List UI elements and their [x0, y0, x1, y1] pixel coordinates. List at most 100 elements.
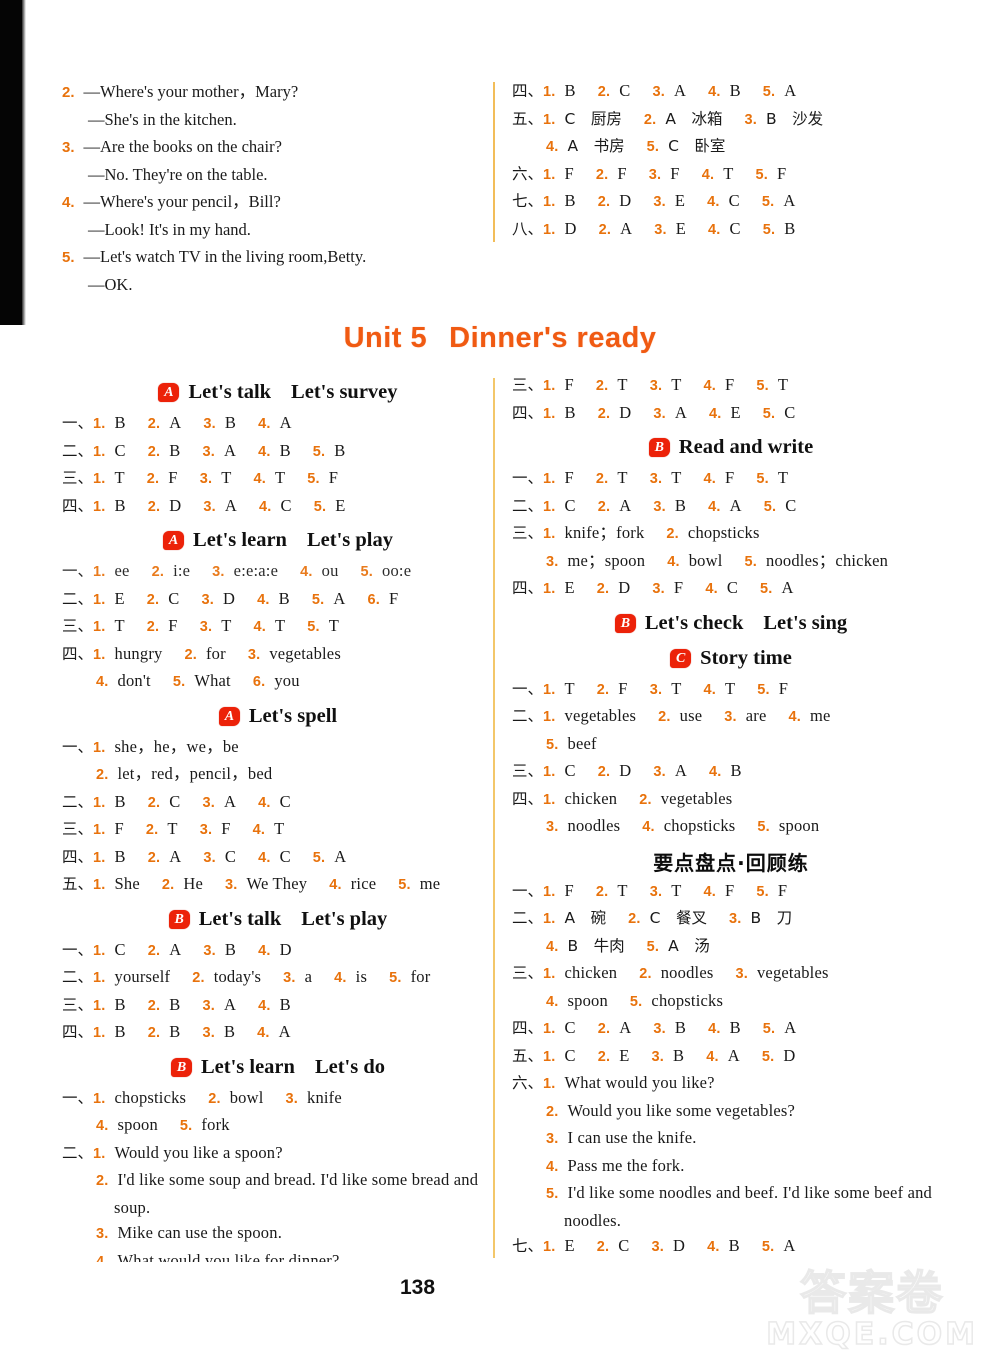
answer-index: 2. — [596, 1239, 610, 1255]
answer-group-label: 二、 — [62, 441, 94, 460]
answer-value: F — [168, 616, 178, 635]
section-title-primary: Let's check — [644, 611, 744, 634]
answer-index: 1. — [543, 1048, 556, 1065]
answer-group-label: 三、 — [62, 820, 94, 838]
answer-index: 2. — [147, 997, 161, 1014]
answer-value: C — [279, 846, 291, 866]
answer-index: 4. — [708, 221, 721, 238]
answer-group-label: 三、 — [512, 762, 544, 780]
answer-value: C — [726, 578, 739, 597]
answer-value: chopsticks — [651, 990, 724, 1010]
answer-sentence: 5. I'd like some noodles and beef. I'd li… — [512, 1180, 950, 1233]
answer-index: 3. — [203, 942, 216, 959]
answer-index: 2. — [145, 822, 159, 838]
dialogue-line: 3. —Are the books on the chair? — [62, 133, 492, 161]
answer-line: 四、1. B 2. A 3. C 4. C 5. A — [62, 844, 494, 872]
answer-group-label: 一、 — [62, 414, 94, 432]
answer-index: 2. — [161, 877, 175, 893]
dialogue-line: —No. They're on the table. — [62, 161, 492, 188]
answer-value: A — [223, 994, 237, 1014]
answer-group-label: 二、 — [512, 496, 544, 515]
answer-value: F — [617, 163, 627, 183]
answer-index: 1. — [93, 822, 106, 838]
answer-index: 5. — [757, 819, 770, 835]
answer-index: 2. — [666, 526, 679, 542]
answer-value: F — [221, 819, 231, 838]
answer-index: 3. — [653, 1021, 666, 1037]
answer-index: 4. — [708, 405, 722, 422]
answer-value: C — [114, 440, 126, 460]
answer-line: 一、1. B 2. A 3. B 4. A — [62, 410, 494, 438]
answer-index: 2. — [192, 970, 205, 986]
answer-index: 5. — [172, 674, 186, 690]
section-title-secondary: Let's sing — [763, 611, 848, 634]
answer-index: 1. — [543, 498, 556, 515]
answer-index: 4. — [300, 564, 313, 580]
answer-line: 四、1. E 2. D 3. F 4. C 5. A — [512, 575, 950, 603]
answer-value: F — [388, 588, 399, 608]
answer-value: E — [674, 191, 686, 210]
answer-value: T — [777, 468, 789, 487]
answer-value: C — [729, 218, 741, 238]
answer-index: 1. — [93, 849, 106, 866]
answer-value: she，he，we，be — [114, 736, 239, 756]
answer-line: 5. beef — [512, 731, 950, 759]
answer-value: spoon — [778, 816, 820, 835]
answer-value: B — [114, 413, 126, 432]
answer-group-label: 四、 — [512, 82, 544, 100]
answer-index: 4. — [257, 1025, 270, 1041]
answer-value: e:e:a:e — [233, 561, 279, 580]
answer-index: 4. — [546, 993, 559, 1010]
answer-value: A — [619, 1018, 632, 1037]
answer-value: I'd like some soup and bread. I'd like s… — [114, 1170, 479, 1217]
answer-index: 3. — [546, 819, 559, 835]
answer-value: B — [224, 413, 237, 432]
answer-value: B — [169, 440, 181, 460]
answer-value: B 刀 — [750, 909, 793, 927]
answer-value: E — [675, 218, 687, 238]
unit-number: Unit 5 — [343, 322, 428, 354]
answer-value: B — [114, 846, 126, 866]
answer-index: 5. — [646, 938, 660, 955]
answer-line: 四、1. C 2. A 3. B 4. B 5. A — [512, 1015, 950, 1043]
answer-group-label: 七、 — [512, 192, 544, 210]
answer-line: 四、1. B 2. C 3. A 4. B 5. A — [512, 78, 942, 106]
answer-line: 二、1. C 2. A 3. B 4. A 5. C — [512, 493, 950, 521]
answer-index: 3. — [652, 84, 665, 100]
answer-sentence: 3. Mike can use the spoon. — [62, 1220, 494, 1248]
answer-index: 3. — [202, 997, 215, 1014]
answer-group-label: 二、 — [62, 589, 94, 608]
answer-index: 4. — [703, 378, 716, 394]
answer-line: 六、1. F 2. F 3. F 4. T 5. F — [512, 161, 942, 189]
answer-value: A 碗 — [564, 909, 607, 927]
dialogue-text: —Where's your mother，Mary? — [83, 82, 299, 101]
answer-index: 1. — [93, 416, 106, 432]
answer-index: 1. — [93, 970, 106, 986]
answer-value: B — [114, 1022, 126, 1041]
answer-value: E — [619, 1045, 630, 1065]
answer-value: B 牛肉 — [567, 936, 625, 955]
section-badge-icon: A — [158, 383, 180, 402]
answer-value: Mike can use the spoon. — [117, 1223, 283, 1242]
unit5-right-column: 三、1. F 2. T 3. T 4. F 5. T 四、1. B 2. D 3. A 4. E 5. C B Read … — [512, 372, 950, 1288]
answer-index: 1. — [93, 646, 106, 663]
answer-value: C — [224, 846, 237, 866]
answer-index: 4. — [258, 416, 271, 432]
section-title-primary: Let's learn — [193, 529, 287, 551]
answer-value: What would you like? — [564, 1073, 715, 1092]
answer-value: C — [564, 495, 576, 515]
answer-value: don't — [117, 671, 151, 690]
answer-sentence: 六、1. What would you like? — [512, 1070, 950, 1098]
unit-name: Dinner's ready — [449, 322, 657, 354]
answer-index: 4. — [707, 1239, 720, 1255]
answer-index: 4. — [703, 883, 716, 900]
answer-value: E — [730, 402, 741, 422]
answer-index: 2. — [62, 84, 75, 101]
answer-index: 5. — [762, 405, 776, 422]
answer-group-label: 四、 — [62, 644, 94, 663]
answer-index: 2. — [146, 471, 160, 487]
answer-line: 三、1. C 2. D 3. A 4. B — [512, 758, 950, 786]
section-title-primary: Let's learn — [200, 1055, 295, 1078]
answer-value: vegetables — [660, 788, 733, 808]
answer-value: A — [729, 495, 742, 515]
